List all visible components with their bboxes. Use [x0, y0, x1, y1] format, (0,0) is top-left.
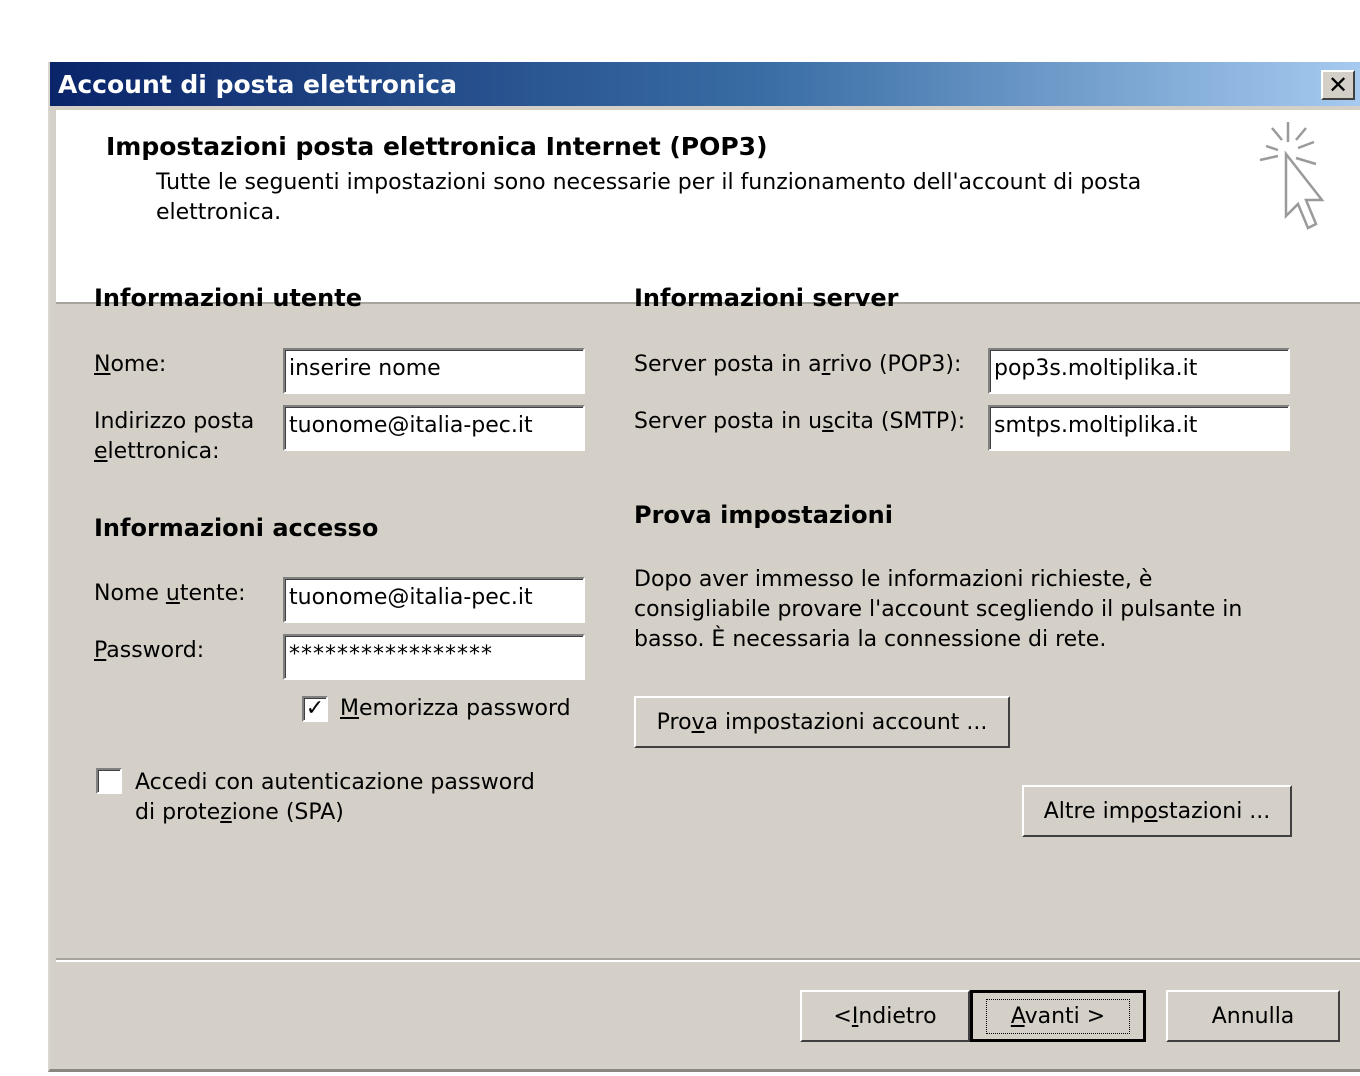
wizard-cursor-icon	[1259, 122, 1325, 230]
outgoing-server-label: Server posta in uscita (SMTP):	[634, 409, 966, 434]
footer-divider	[56, 958, 1360, 962]
email-input[interactable]: tuonome@italia-pec.it	[283, 405, 585, 451]
remember-password-checkbox[interactable]: ✓	[302, 696, 328, 722]
user-info-heading: Informazioni utente	[94, 284, 363, 312]
name-input[interactable]: inserire nome	[283, 348, 585, 394]
incoming-server-label: Server posta in arrivo (POP3):	[634, 352, 962, 377]
close-button[interactable]: ✕	[1321, 70, 1355, 100]
spa-label[interactable]: Accedi con autenticazione password di pr…	[135, 768, 535, 828]
page-title: Impostazioni posta elettronica Internet …	[106, 132, 768, 161]
title-bar[interactable]: Account di posta elettronica ✕	[50, 62, 1360, 106]
test-settings-heading: Prova impostazioni	[634, 501, 893, 529]
outgoing-server-input[interactable]: smtps.moltiplika.it	[988, 405, 1290, 451]
back-button[interactable]: < Indietro	[800, 990, 970, 1042]
close-icon: ✕	[1327, 71, 1349, 99]
test-account-settings-button[interactable]: Pro v a impostazioni account ...	[634, 696, 1010, 748]
username-label: Nome utente:	[94, 581, 246, 606]
next-button[interactable]: Avanti >	[970, 990, 1146, 1042]
page-description: Tutte le seguenti impostazioni sono nece…	[156, 170, 1142, 225]
test-settings-description: Dopo aver immesso le informazioni richie…	[634, 567, 1243, 652]
username-input[interactable]: tuonome@italia-pec.it	[283, 577, 585, 623]
incoming-server-input[interactable]: pop3s.moltiplika.it	[988, 348, 1290, 394]
access-info-heading: Informazioni accesso	[94, 514, 379, 542]
account-dialog: Account di posta elettronica ✕ Impostazi…	[48, 62, 1360, 1072]
header-band: Impostazioni posta elettronica Internet …	[56, 110, 1360, 304]
server-info-heading: Informazioni server	[634, 284, 899, 312]
cancel-button[interactable]: Annulla	[1166, 990, 1340, 1042]
spa-checkbox[interactable]	[96, 768, 122, 794]
name-label: Nome:	[94, 352, 167, 377]
remember-password-label[interactable]: Memorizza password	[340, 694, 571, 724]
checkmark-icon: ✓	[305, 696, 325, 721]
more-settings-button[interactable]: Altre imp o stazioni ...	[1022, 785, 1292, 837]
password-label: Password:	[94, 638, 205, 663]
email-label: Indirizzo posta elettronica:	[94, 409, 255, 464]
password-input[interactable]: *****************	[283, 634, 585, 680]
window-title: Account di posta elettronica	[58, 70, 457, 99]
